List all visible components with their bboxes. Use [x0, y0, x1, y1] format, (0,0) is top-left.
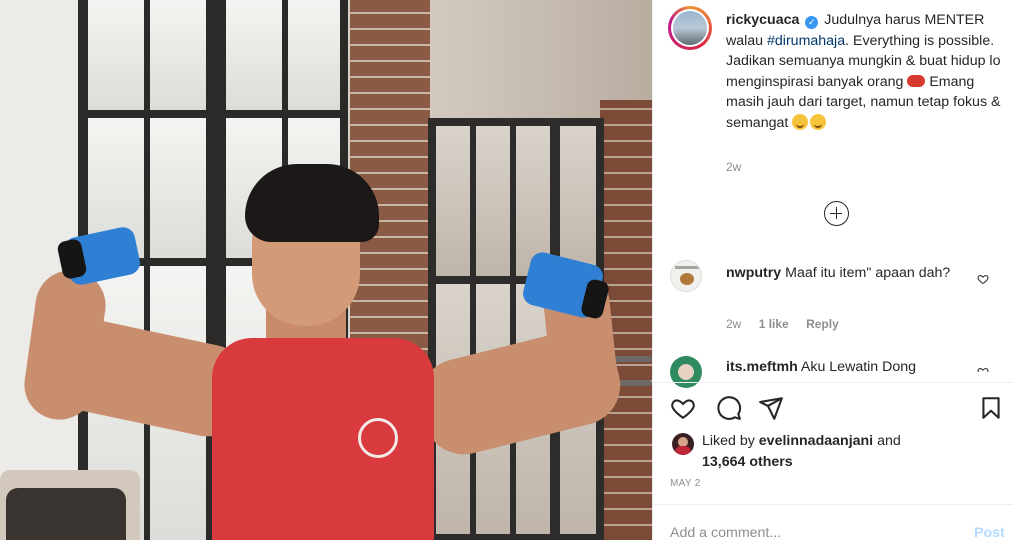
red-tank-top [212, 338, 434, 540]
reply-button[interactable]: Reply [806, 317, 839, 331]
hair [245, 164, 379, 242]
liker-username[interactable]: evelinnadaanjani [759, 433, 873, 449]
author-username[interactable]: rickycuaca [726, 12, 799, 28]
liker-avatar[interactable] [672, 433, 694, 455]
section-divider [653, 504, 1013, 505]
bookmark-icon[interactable] [978, 395, 1004, 421]
likes-middle: and [873, 433, 901, 449]
window-pane [150, 0, 206, 110]
smiling-face-emoji-icon [810, 113, 827, 130]
mirror-pane [476, 126, 510, 276]
flexed-biceps-emoji-icon [907, 74, 926, 87]
hashtag-link[interactable]: #dirumahaja [767, 33, 845, 49]
comment-likes-count[interactable]: 1 like [759, 317, 789, 331]
comment-like-heart-icon[interactable] [977, 273, 989, 285]
commenter-username[interactable]: nwputry [726, 265, 781, 281]
tank-logo [358, 418, 398, 458]
likes-others-link[interactable]: 13,664 others [702, 454, 793, 470]
window-pane [288, 0, 340, 110]
caption-age[interactable]: 2w [726, 160, 741, 174]
commenter-username[interactable]: its.meftmh [726, 359, 798, 375]
author-avatar[interactable] [671, 9, 709, 47]
commenter-avatar[interactable] [670, 260, 702, 292]
comment-item: nwputry Maaf itu item" apaan dah? [726, 263, 966, 284]
section-divider [653, 382, 1013, 383]
post-caption: rickycuaca ✓ Judulnya harus MENTER walau… [726, 10, 1002, 133]
window-pane [226, 0, 282, 110]
post-date[interactable]: MAY 2 [670, 478, 701, 489]
bag [6, 488, 126, 540]
comment-item: its.meftmh Aku Lewatin Dong [726, 357, 966, 375]
mirror-pane [560, 126, 596, 276]
comment-icon[interactable] [716, 395, 742, 421]
comment-text: Aku Lewatin Dong [800, 359, 917, 375]
mirror-pane [436, 126, 470, 276]
likes-prefix: Liked by [702, 433, 759, 449]
heart-icon[interactable] [670, 395, 696, 421]
verified-badge-icon: ✓ [805, 16, 819, 29]
comment-age[interactable]: 2w [726, 317, 741, 331]
smiling-face-emoji-icon [792, 113, 809, 130]
post-photo[interactable] [0, 0, 652, 540]
comment-text: Maaf itu item" apaan dah? [785, 265, 951, 281]
likes-summary: Liked by evelinnadaanjani and 13,664 oth… [702, 431, 942, 472]
window-pane [150, 118, 206, 258]
commenter-avatar[interactable] [670, 356, 702, 388]
load-more-comments-icon[interactable] [824, 201, 849, 226]
window-pane [88, 0, 144, 110]
post-comment-button[interactable]: Post [974, 525, 1005, 540]
paper-plane-icon[interactable] [758, 395, 784, 421]
comment-meta: 2w 1 like Reply [726, 317, 839, 331]
add-comment-input[interactable]: Add a comment... [670, 525, 781, 540]
